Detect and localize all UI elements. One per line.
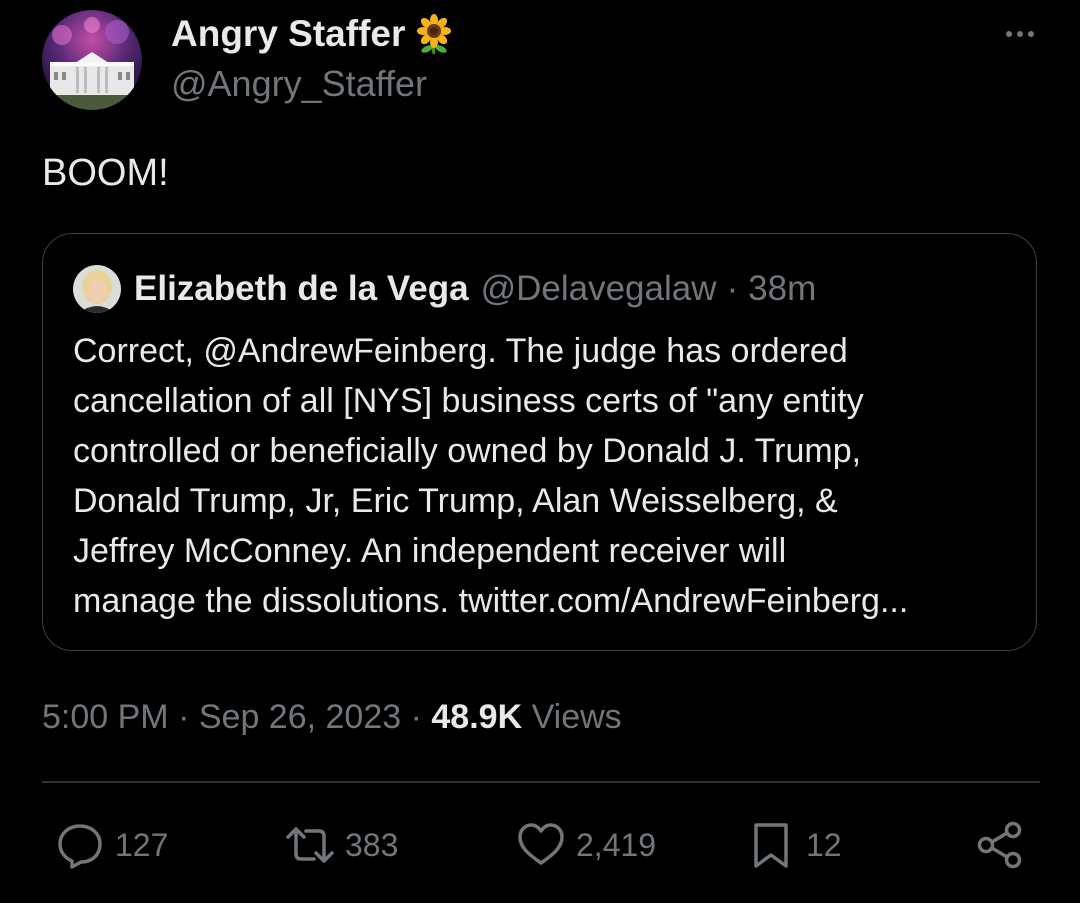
- author-name-text: Angry Staffer: [171, 13, 406, 54]
- quoted-tweet-header: Elizabeth de la Vega @Delavegalaw · 38m: [73, 264, 816, 314]
- like-button[interactable]: 2,419: [516, 805, 656, 885]
- sunflower-icon: [413, 13, 455, 55]
- tweet-text: BOOM!: [42, 152, 169, 194]
- bookmark-button[interactable]: 12: [746, 805, 842, 885]
- author-display-name[interactable]: Angry Staffer: [171, 12, 455, 56]
- bookmark-icon: [754, 823, 788, 868]
- reply-icon: [58, 824, 102, 869]
- heart-icon: [518, 823, 564, 865]
- separator-dot: ·: [726, 269, 739, 308]
- author-avatar[interactable]: [42, 10, 142, 110]
- views-count: 48.9K: [431, 698, 523, 736]
- quoted-author-avatar: [73, 265, 121, 313]
- author-handle[interactable]: @Angry_Staffer: [171, 62, 427, 106]
- more-options-icon[interactable]: [1000, 22, 1040, 46]
- share-icon: [977, 821, 1022, 869]
- reply-button[interactable]: 127: [55, 805, 168, 885]
- tweet-date[interactable]: Sep 26, 2023: [199, 698, 401, 736]
- views-label: Views: [531, 698, 622, 736]
- quoted-tweet-text: Correct, @AndrewFeinberg. The judge has …: [73, 332, 909, 620]
- divider: [42, 781, 1040, 783]
- tweet-metadata: 5:00 PM · Sep 26, 2023 · 48.9K Views: [42, 693, 622, 741]
- repost-count: 383: [345, 826, 399, 863]
- quoted-author-handle: @Delavegalaw: [480, 269, 717, 308]
- repost-button[interactable]: 383: [285, 805, 398, 885]
- reply-count: 127: [115, 826, 169, 863]
- action-bar: 127 383 2,419 12: [0, 805, 1080, 885]
- separator-dot: ·: [410, 698, 432, 736]
- quoted-author-name: Elizabeth de la Vega: [134, 269, 469, 308]
- repost-icon: [286, 827, 334, 863]
- like-count: 2,419: [576, 826, 657, 863]
- tweet-time[interactable]: 5:00 PM: [42, 698, 169, 736]
- quoted-timestamp: 38m: [748, 269, 817, 308]
- quoted-tweet[interactable]: Elizabeth de la Vega @Delavegalaw · 38m …: [42, 233, 1037, 651]
- separator-dot: ·: [178, 698, 199, 736]
- bookmark-count: 12: [806, 826, 842, 863]
- share-button[interactable]: [975, 805, 1025, 885]
